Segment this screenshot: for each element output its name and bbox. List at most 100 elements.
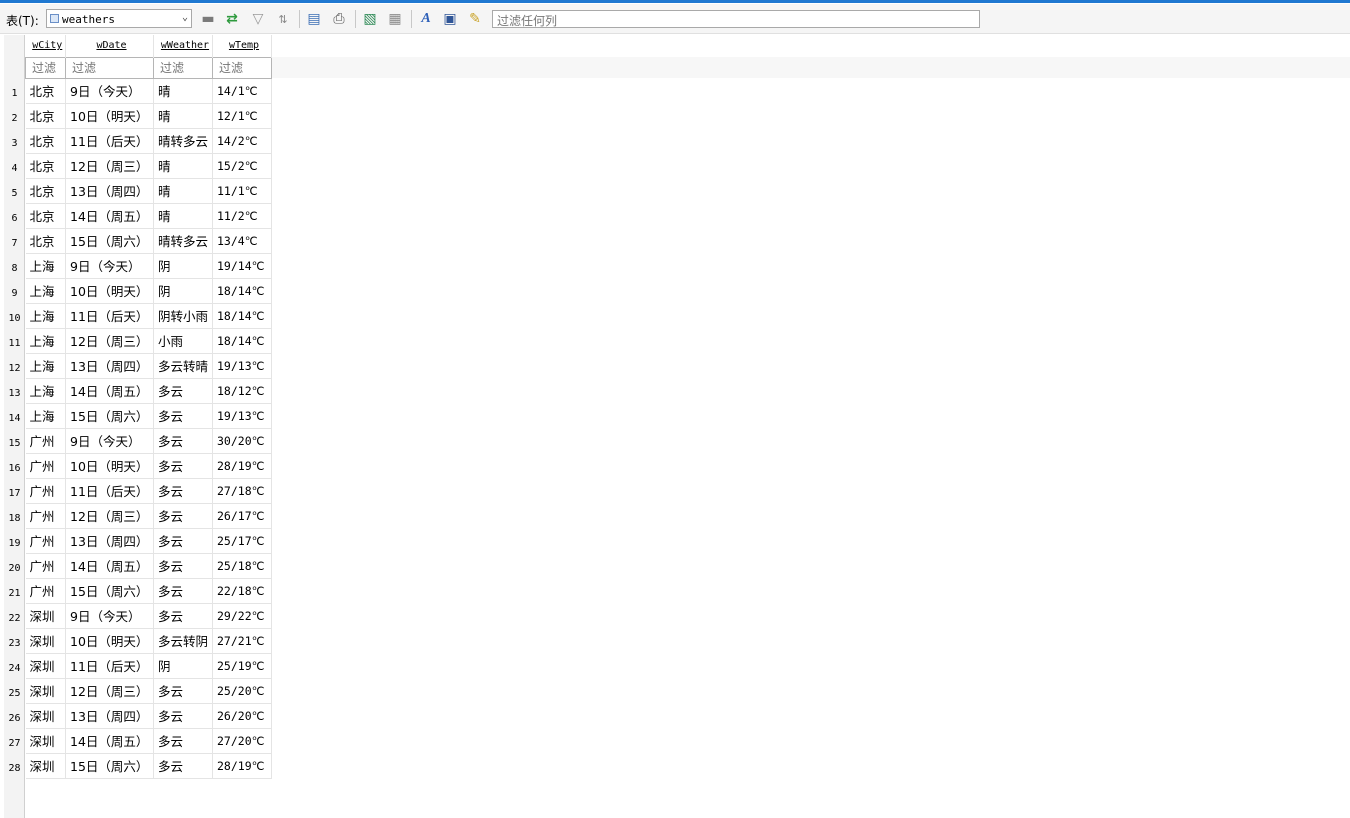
table-row[interactable]: 上海 10日（明天）阴 18/14℃ bbox=[25, 278, 272, 304]
row-number[interactable]: 21 bbox=[4, 578, 25, 603]
cell-weather[interactable]: 多云转晴 bbox=[153, 353, 213, 379]
cell-temp[interactable]: 29/22℃ bbox=[212, 603, 272, 629]
cell-temp[interactable]: 25/19℃ bbox=[212, 653, 272, 679]
cell-temp[interactable]: 11/1℃ bbox=[212, 178, 272, 204]
cell-temp[interactable]: 13/4℃ bbox=[212, 228, 272, 254]
table-row[interactable]: 深圳 12日（周三） 多云 25/20℃ bbox=[25, 678, 272, 704]
cell-city[interactable]: 上海 bbox=[25, 328, 66, 354]
cell-city[interactable]: 深圳 bbox=[25, 653, 66, 679]
cell-weather[interactable]: 多云 bbox=[153, 603, 213, 629]
cell-city[interactable]: 深圳 bbox=[25, 678, 66, 704]
save-icon[interactable]: ▦ bbox=[386, 10, 404, 28]
row-number[interactable]: 19 bbox=[4, 528, 25, 553]
cell-date[interactable]: 9日（今天） bbox=[65, 253, 154, 279]
cell-temp[interactable]: 22/18℃ bbox=[212, 578, 272, 604]
row-number[interactable]: 1 bbox=[4, 78, 25, 103]
cell-weather[interactable]: 多云 bbox=[153, 678, 213, 704]
cell-date[interactable]: 11日（后天） bbox=[65, 128, 154, 154]
cell-city[interactable]: 上海 bbox=[25, 353, 66, 379]
cell-city[interactable]: 广州 bbox=[25, 553, 66, 579]
cell-date[interactable]: 9日（今天） bbox=[65, 78, 154, 104]
cell-temp[interactable]: 15/2℃ bbox=[212, 153, 272, 179]
cell-temp[interactable]: 19/13℃ bbox=[212, 403, 272, 429]
cell-weather[interactable]: 多云 bbox=[153, 578, 213, 604]
chevron-down-icon[interactable]: ⌄ bbox=[182, 12, 188, 23]
cell-city[interactable]: 北京 bbox=[25, 103, 66, 129]
cell-temp[interactable]: 25/17℃ bbox=[212, 528, 272, 554]
table-row[interactable]: 上海 14日（周五） 多云 18/12℃ bbox=[25, 378, 272, 404]
find-icon[interactable]: ▣ bbox=[441, 10, 459, 28]
table-row[interactable]: 上海 11日（后天） 阴转小雨 18/14℃ bbox=[25, 303, 272, 329]
cell-date[interactable]: 13日（周四） bbox=[65, 528, 154, 554]
cell-temp[interactable]: 18/12℃ bbox=[212, 378, 272, 404]
row-number[interactable]: 8 bbox=[4, 253, 25, 278]
sort-icon[interactable]: ⇅ bbox=[274, 10, 292, 28]
table-row[interactable]: 上海 13日（周四） 多云转晴 19/13℃ bbox=[25, 353, 272, 379]
cell-temp[interactable]: 28/19℃ bbox=[212, 453, 272, 479]
column-header-wweather[interactable]: wWeather bbox=[153, 35, 213, 57]
table-row[interactable]: 深圳 13日（周四） 多云 26/20℃ bbox=[25, 703, 272, 729]
cell-temp[interactable]: 25/18℃ bbox=[212, 553, 272, 579]
table-select[interactable]: weathers ⌄ bbox=[46, 9, 192, 28]
cell-date[interactable]: 14日（周五） bbox=[65, 728, 154, 754]
cell-temp[interactable]: 26/20℃ bbox=[212, 703, 272, 729]
filter-wcity-input[interactable] bbox=[30, 58, 65, 77]
cell-temp[interactable]: 14/1℃ bbox=[212, 78, 272, 104]
column-header-wcity[interactable]: wCity bbox=[25, 35, 66, 57]
filter-wdate-input[interactable] bbox=[70, 58, 153, 77]
table-row[interactable]: 深圳 15日（周六） 多云 28/19℃ bbox=[25, 753, 272, 779]
cell-weather[interactable]: 多云 bbox=[153, 753, 213, 779]
cell-weather[interactable]: 晴 bbox=[153, 153, 213, 179]
cell-date[interactable]: 15日（周六） bbox=[65, 753, 154, 779]
add-row-icon[interactable]: ▬ bbox=[199, 10, 217, 28]
cell-date[interactable]: 11日（后天） bbox=[65, 303, 154, 329]
cell-date[interactable]: 11日（后天） bbox=[65, 653, 154, 679]
cell-weather[interactable]: 阴转小雨 bbox=[153, 303, 213, 329]
cell-city[interactable]: 广州 bbox=[25, 453, 66, 479]
cell-weather[interactable]: 多云 bbox=[153, 703, 213, 729]
cell-date[interactable]: 12日（周三） bbox=[65, 153, 154, 179]
cell-date[interactable]: 10日（明天） bbox=[65, 453, 154, 479]
row-number[interactable]: 25 bbox=[4, 678, 25, 703]
cell-city[interactable]: 深圳 bbox=[25, 703, 66, 729]
cell-weather[interactable]: 晴 bbox=[153, 103, 213, 129]
cell-weather[interactable]: 晴转多云 bbox=[153, 228, 213, 254]
row-number[interactable]: 2 bbox=[4, 103, 25, 128]
row-number[interactable]: 16 bbox=[4, 453, 25, 478]
cell-temp[interactable]: 26/17℃ bbox=[212, 503, 272, 529]
font-icon[interactable]: A bbox=[417, 10, 435, 28]
cell-city[interactable]: 广州 bbox=[25, 503, 66, 529]
table-row[interactable]: 深圳 11日（后天）阴 25/19℃ bbox=[25, 653, 272, 679]
table-row[interactable]: 上海 9日（今天）阴 19/14℃ bbox=[25, 253, 272, 279]
cell-weather[interactable]: 多云 bbox=[153, 503, 213, 529]
cell-city[interactable]: 北京 bbox=[25, 228, 66, 254]
cell-city[interactable]: 上海 bbox=[25, 403, 66, 429]
table-row[interactable]: 北京 14日（周五）晴 11/2℃ bbox=[25, 203, 272, 229]
cell-temp[interactable]: 30/20℃ bbox=[212, 428, 272, 454]
row-number[interactable]: 24 bbox=[4, 653, 25, 678]
table-row[interactable]: 北京 12日（周三）晴 15/2℃ bbox=[25, 153, 272, 179]
cell-temp[interactable]: 11/2℃ bbox=[212, 203, 272, 229]
cell-weather[interactable]: 阴 bbox=[153, 653, 213, 679]
cell-date[interactable]: 9日（今天） bbox=[65, 603, 154, 629]
cell-date[interactable]: 15日（周六） bbox=[65, 228, 154, 254]
table-row[interactable]: 深圳 9日（今天） 多云 29/22℃ bbox=[25, 603, 272, 629]
cell-weather[interactable]: 小雨 bbox=[153, 328, 213, 354]
table-row[interactable]: 广州 12日（周三） 多云 26/17℃ bbox=[25, 503, 272, 529]
table-row[interactable]: 上海 15日（周六） 多云 19/13℃ bbox=[25, 403, 272, 429]
cell-weather[interactable]: 多云 bbox=[153, 728, 213, 754]
cell-date[interactable]: 12日（周三） bbox=[65, 328, 154, 354]
refresh-icon[interactable]: ⇄ bbox=[223, 10, 241, 28]
column-header-wtemp[interactable]: wTemp bbox=[212, 35, 272, 57]
cell-weather[interactable]: 多云 bbox=[153, 478, 213, 504]
print-icon[interactable]: ⎙ bbox=[330, 10, 348, 28]
cell-weather[interactable]: 晴 bbox=[153, 78, 213, 104]
edit-icon[interactable]: ✎ bbox=[466, 10, 484, 28]
cell-weather[interactable]: 多云 bbox=[153, 378, 213, 404]
cell-weather[interactable]: 多云 bbox=[153, 403, 213, 429]
cell-weather[interactable]: 多云 bbox=[153, 453, 213, 479]
row-number[interactable]: 20 bbox=[4, 553, 25, 578]
cell-city[interactable]: 深圳 bbox=[25, 728, 66, 754]
filter-wtemp-input[interactable] bbox=[217, 58, 271, 77]
table-row[interactable]: 广州 15日（周六） 多云 22/18℃ bbox=[25, 578, 272, 604]
